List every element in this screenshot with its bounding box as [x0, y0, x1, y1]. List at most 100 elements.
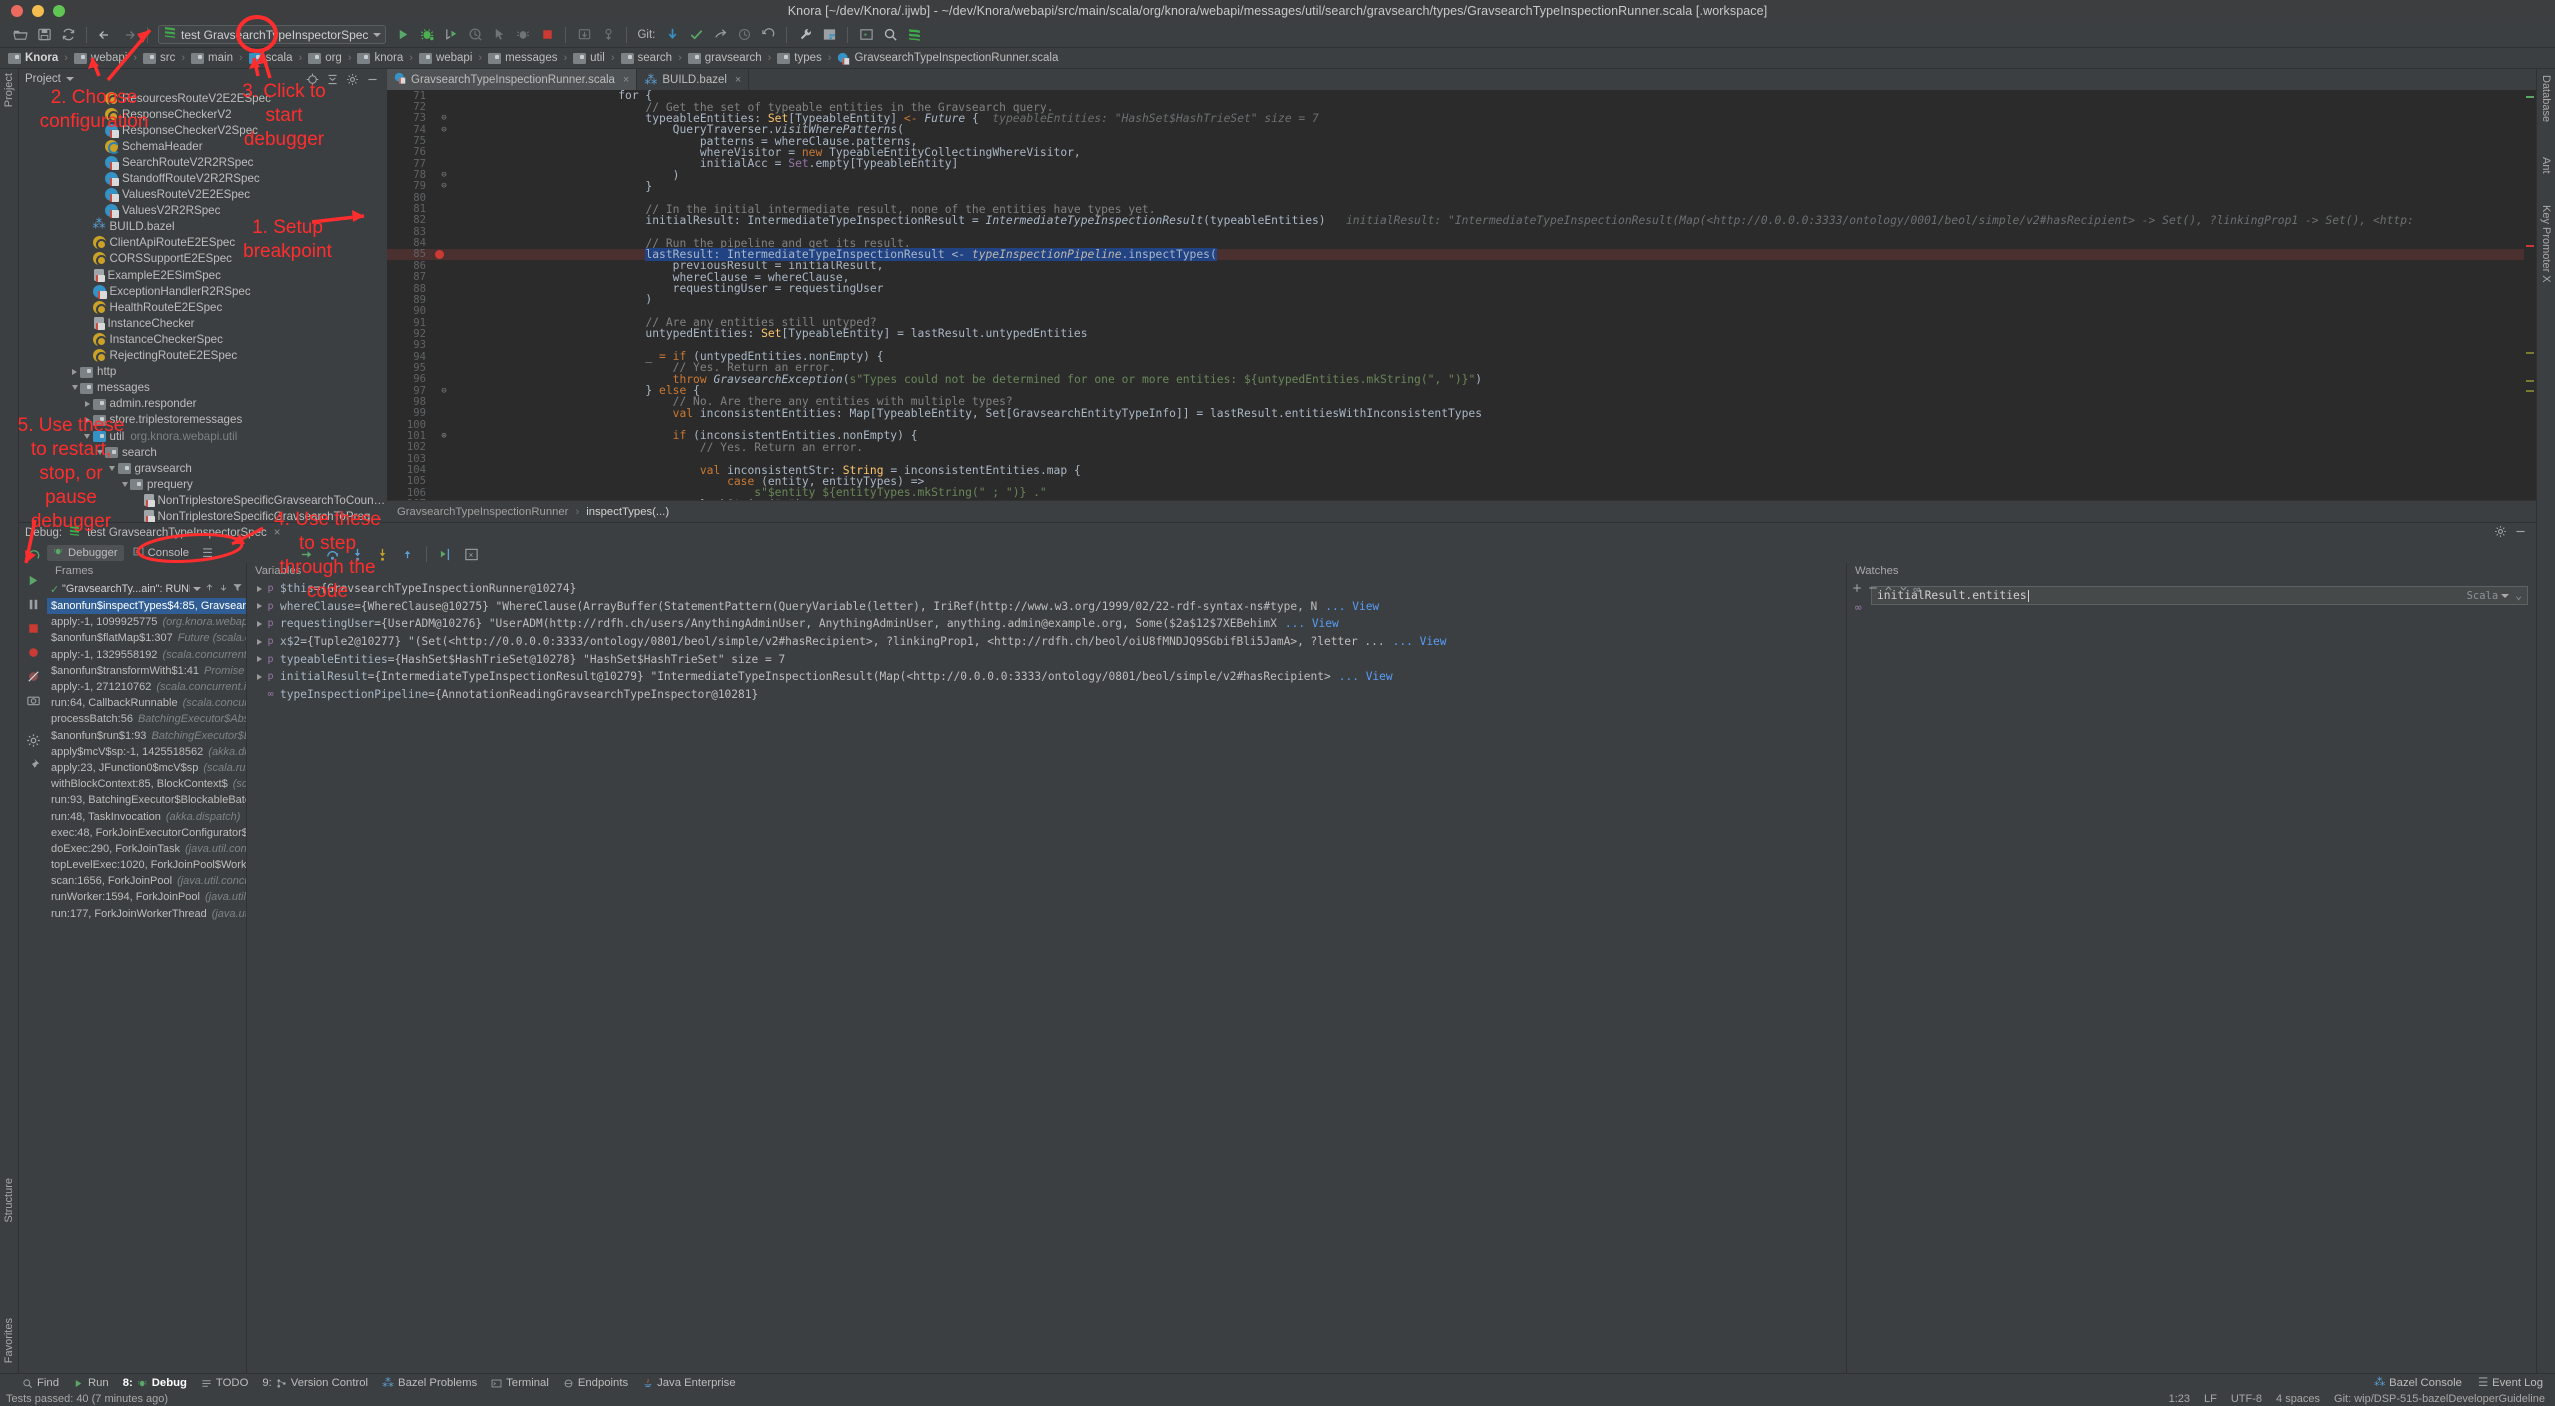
breadcrumb-item-org[interactable]: org: [308, 52, 342, 64]
move-watch-up-icon[interactable]: [1883, 581, 1894, 599]
fold-marker[interactable]: ⊖: [433, 170, 455, 180]
tree-node[interactable]: RejectingRouteE2ESpec: [19, 348, 386, 364]
sidebar-item-structure[interactable]: Structure: [3, 1178, 15, 1223]
wrench-settings-icon[interactable]: [794, 24, 816, 46]
frame-row[interactable]: doExec:290, ForkJoinTask (java.util.concu…: [47, 841, 246, 857]
line-number[interactable]: 91: [387, 317, 433, 329]
line-number[interactable]: 103: [387, 453, 433, 465]
sidebar-item-ant[interactable]: Ant: [2540, 157, 2552, 174]
view-value-link[interactable]: ... View: [1393, 635, 1447, 648]
line-number[interactable]: 75: [387, 135, 433, 147]
debug-tabs-overflow-icon[interactable]: ☰: [202, 546, 213, 560]
breadcrumb-item-knora[interactable]: knora: [357, 52, 403, 64]
force-step-into-button[interactable]: [371, 543, 393, 565]
line-number[interactable]: 104: [387, 464, 433, 476]
line-number[interactable]: 74: [387, 124, 433, 136]
frame-row[interactable]: run:64, CallbackRunnable (scala.concurren…: [47, 695, 246, 711]
status-tab-terminal[interactable]: Terminal: [491, 1377, 549, 1389]
fold-marker[interactable]: ⊖: [433, 181, 455, 191]
git-commit-check-icon[interactable]: [685, 24, 707, 46]
tree-node[interactable]: ClientApiRouteE2ESpec: [19, 235, 386, 251]
frames-panel[interactable]: Frames ✓ "GravsearchTy...ain": RUNNING $…: [47, 563, 247, 1373]
frames-down-icon[interactable]: [218, 582, 229, 596]
scroll-from-source-icon[interactable]: [305, 72, 320, 87]
line-number[interactable]: 80: [387, 192, 433, 204]
chevron-down-icon[interactable]: [69, 382, 80, 393]
editor-scroll-markers[interactable]: [2524, 90, 2536, 500]
line-number[interactable]: 102: [387, 441, 433, 453]
status-tab-endpoints[interactable]: Endpoints: [563, 1377, 628, 1389]
code-line[interactable]: 89 ): [387, 293, 2536, 306]
close-icon[interactable]: ×: [735, 74, 741, 86]
debug-button[interactable]: [416, 24, 438, 46]
breadcrumb-item-webapi[interactable]: webapi: [73, 52, 127, 64]
watch-expand-icon[interactable]: ⌄: [2515, 589, 2522, 602]
line-number[interactable]: 71: [387, 90, 433, 102]
line-number[interactable]: 96: [387, 373, 433, 385]
frame-row[interactable]: exec:48, ForkJoinExecutorConfigurator$Ak…: [47, 825, 246, 841]
hide-panel-icon[interactable]: [365, 72, 380, 87]
gear-icon[interactable]: [2494, 525, 2507, 541]
attach-cursor-icon[interactable]: [488, 24, 510, 46]
chevron-right-icon[interactable]: [82, 414, 93, 425]
step-into-button[interactable]: [346, 543, 368, 565]
frame-row[interactable]: run:93, BatchingExecutor$BlockableBatch(…: [47, 792, 246, 808]
step-out-button[interactable]: [396, 543, 418, 565]
breadcrumb-item-search[interactable]: search: [620, 52, 672, 64]
chevron-right-icon[interactable]: [253, 585, 265, 592]
git-update-icon[interactable]: [661, 24, 683, 46]
tree-node[interactable]: ValuesRouteV2E2ESpec: [19, 187, 386, 203]
sidebar-item-database[interactable]: Database: [2540, 75, 2552, 122]
chevron-right-icon[interactable]: [253, 638, 265, 645]
close-icon[interactable]: ×: [623, 74, 629, 86]
editor-breadcrumb-method[interactable]: inspectTypes(...): [586, 506, 669, 518]
frame-row[interactable]: $anonfun$inspectTypes$4:85, GravsearchTy…: [47, 598, 246, 615]
tree-node[interactable]: search: [19, 444, 386, 460]
git-branch[interactable]: Git: wip/DSP-515-bazelDeveloperGuideline: [2334, 1393, 2545, 1405]
frame-row[interactable]: $anonfun$flatMap$1:307 Future (scala.conc…: [47, 630, 246, 646]
fold-marker[interactable]: ⊕: [433, 431, 455, 441]
tree-node[interactable]: ExceptionHandlerR2RSpec: [19, 283, 386, 299]
status-bar[interactable]: Find Run 8: Debug TODO 9: Version Control ⁂ Baze…: [0, 1373, 2555, 1406]
line-number[interactable]: 84: [387, 237, 433, 249]
frames-list[interactable]: $anonfun$inspectTypes$4:85, GravsearchTy…: [47, 598, 246, 1373]
right-tool-strip[interactable]: Database Ant Key Promoter X: [2536, 69, 2555, 1373]
code-line[interactable]: 82 initialResult: IntermediateTypeInspec…: [387, 214, 2536, 227]
step-over-button[interactable]: [321, 543, 343, 565]
frame-row[interactable]: run:48, TaskInvocation (akka.dispatch): [47, 808, 246, 824]
status-bar-top-right[interactable]: ⁂ Bazel Console ☰ Event Log: [2374, 1376, 2543, 1390]
line-number[interactable]: 81: [387, 203, 433, 215]
frame-row[interactable]: $anonfun$transformWith$1:41 Promise (scal…: [47, 663, 246, 679]
breadcrumb-item-main[interactable]: main: [191, 52, 233, 64]
breadcrumb-item-gravsearchtypeinspectionrunner-scala[interactable]: GravsearchTypeInspectionRunner.scala: [837, 52, 1058, 65]
breadcrumb-item-src[interactable]: src: [143, 52, 175, 64]
frame-row[interactable]: apply:23, JFunction0$mcV$sp (scala.runtim…: [47, 760, 246, 776]
watch-expression-input[interactable]: initialResult.entities Scala ⌄: [1871, 586, 2528, 605]
breadcrumb-item-scala[interactable]: scala: [248, 52, 293, 64]
debug-session-name[interactable]: test GravsearchTypeInspectorSpec: [87, 527, 267, 539]
watches-panel[interactable]: Watches ∞ ∞ initialResult.entities Scala…: [1846, 563, 2536, 1373]
line-number[interactable]: 98: [387, 396, 433, 408]
tree-node[interactable]: ResponseCheckerV2Spec: [19, 122, 386, 138]
hide-panel-icon[interactable]: [2514, 525, 2527, 541]
breadcrumb-item-types[interactable]: types: [777, 52, 822, 64]
evaluate-expression-button[interactable]: ×: [460, 543, 482, 565]
status-tab-java-enterprise[interactable]: Java Enterprise: [642, 1377, 736, 1389]
tree-node[interactable]: CORSSupportE2ESpec: [19, 251, 386, 267]
breadcrumb-item-gravsearch[interactable]: gravsearch: [687, 52, 762, 64]
tree-node[interactable]: admin.responder: [19, 396, 386, 412]
fold-marker[interactable]: ⊖: [433, 386, 455, 396]
view-value-link[interactable]: ... View: [1339, 670, 1393, 683]
frame-row[interactable]: withBlockContext:85, BlockContext$ (scala…: [47, 776, 246, 792]
step-toolbar[interactable]: ×: [295, 543, 483, 565]
tree-node[interactable]: ResourcesRouteV2E2ESpec: [19, 90, 386, 106]
debug-tab-debugger[interactable]: Debugger: [47, 544, 124, 561]
line-number[interactable]: 82: [387, 214, 433, 226]
tree-node[interactable]: StandoffRouteV2R2RSpec: [19, 170, 386, 187]
bazel-console-tab[interactable]: ⁂ Bazel Console: [2374, 1376, 2462, 1390]
tree-node[interactable]: ExampleE2ESimSpec: [19, 267, 386, 283]
line-number[interactable]: 99: [387, 407, 433, 419]
watch-eye-icon[interactable]: ∞: [1913, 584, 1921, 596]
tree-node[interactable]: prequery: [19, 476, 386, 492]
code-line[interactable]: 102 // Yes. Return an error.: [387, 441, 2536, 454]
